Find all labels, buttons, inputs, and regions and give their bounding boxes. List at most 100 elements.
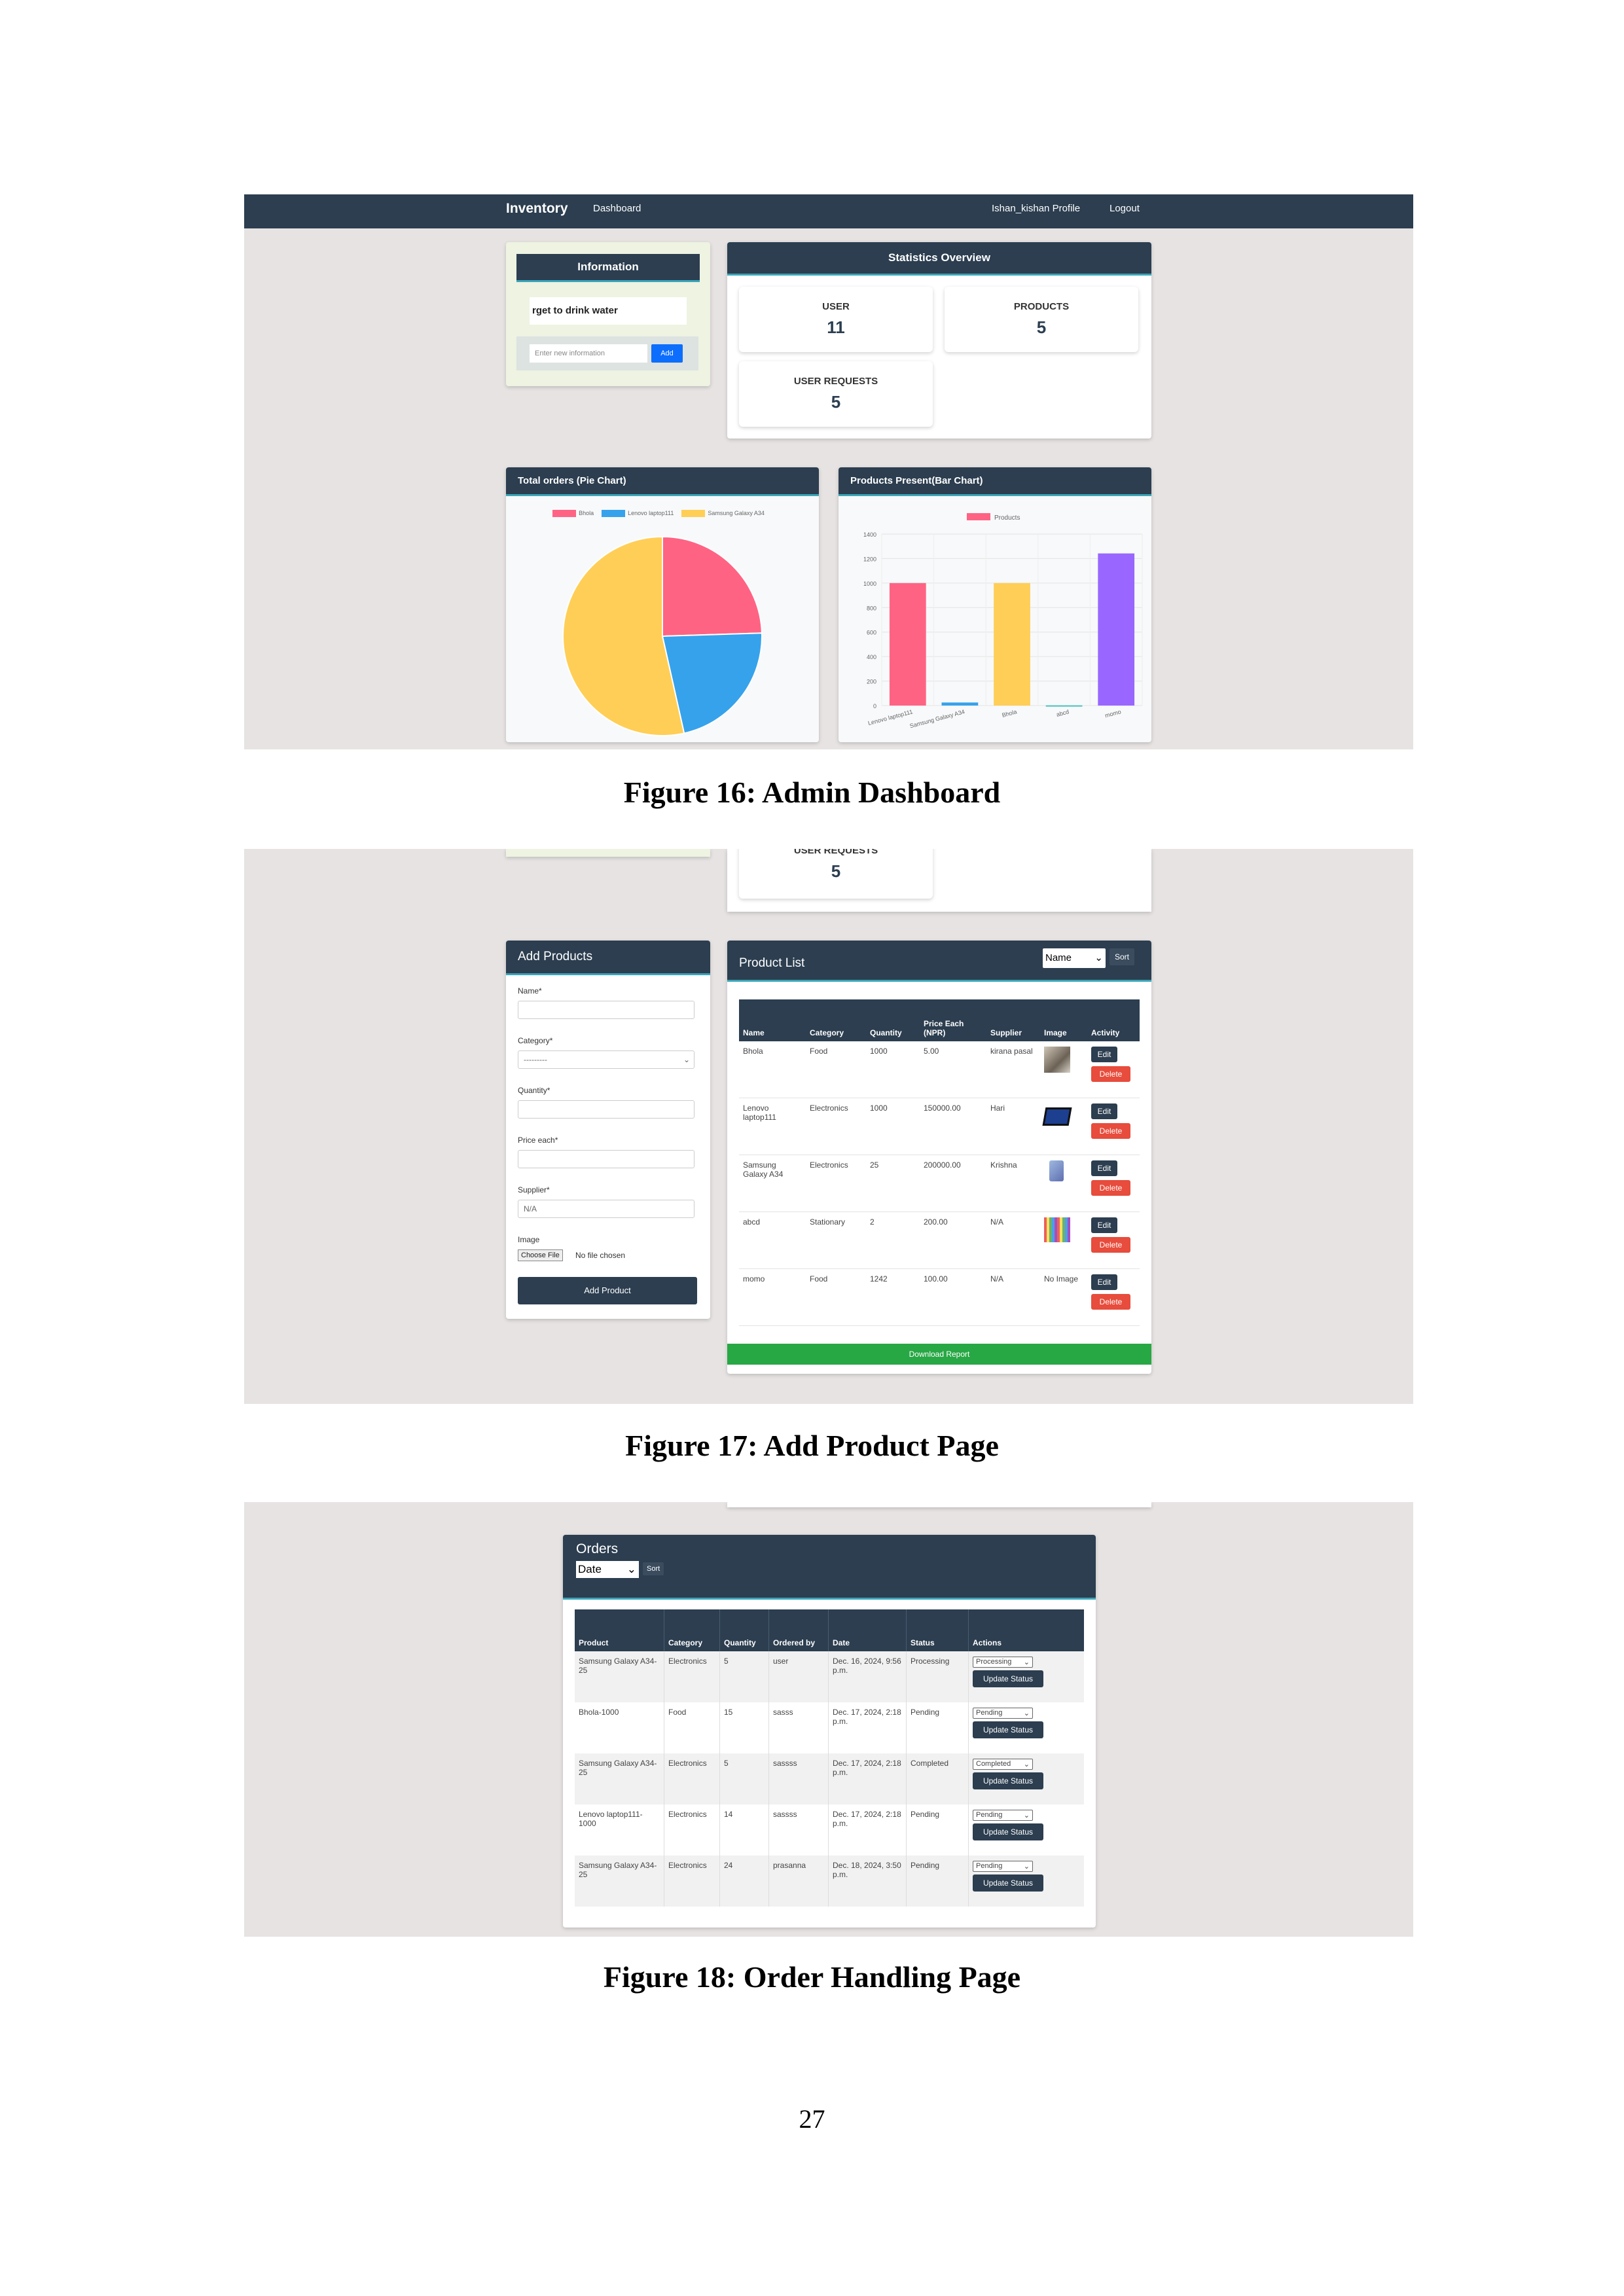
pie-chart-title: Total orders (Pie Chart) xyxy=(506,467,819,496)
edit-button[interactable]: Edit xyxy=(1091,1160,1117,1176)
col-name: Name xyxy=(739,999,806,1041)
status-select-value: Pending xyxy=(976,1709,1003,1717)
info-input[interactable]: Enter new information xyxy=(530,344,647,363)
y-tick-label: 600 xyxy=(867,630,876,636)
cell-quantity: 5 xyxy=(719,1753,769,1804)
orders-card: Orders Date ⌄ Sort Product Category Quant… xyxy=(563,1535,1096,1928)
product-list-card: Product List Name ⌄ Sort Name Category Qu… xyxy=(727,941,1151,1374)
logout-link[interactable]: Logout xyxy=(1110,203,1140,214)
sort-select[interactable]: Name ⌄ xyxy=(1043,948,1106,968)
update-status-button[interactable]: Update Status xyxy=(973,1874,1043,1892)
pie-legend-item: Lenovo laptop111 xyxy=(602,510,674,518)
profile-link[interactable]: Ishan_kishan Profile xyxy=(992,203,1080,214)
delete-button[interactable]: Delete xyxy=(1091,1123,1130,1139)
delete-button[interactable]: Delete xyxy=(1091,1066,1130,1082)
cell-status: Pending xyxy=(906,1856,969,1907)
update-status-button[interactable]: Update Status xyxy=(973,1721,1043,1738)
quantity-input[interactable] xyxy=(518,1100,695,1119)
cell-category: Food xyxy=(806,1041,866,1098)
bar-chart-card: Products Present(Bar Chart) Products 0 200… xyxy=(839,467,1151,742)
cell-status: Processing xyxy=(906,1651,969,1702)
cell-category: Food xyxy=(664,1702,720,1753)
chevron-down-icon: ⌄ xyxy=(683,1055,690,1064)
cell-price: 200000.00 xyxy=(920,1155,986,1212)
chevron-down-icon: ⌄ xyxy=(1023,1659,1030,1666)
order-handling-screenshot: Orders Date ⌄ Sort Product Category Quant… xyxy=(244,1502,1413,1937)
phone-thumbnail xyxy=(1049,1160,1064,1181)
figure-16-caption: Figure 16: Admin Dashboard xyxy=(623,776,1001,809)
image-label: Image xyxy=(518,1235,540,1244)
legend-swatch xyxy=(681,510,706,518)
chevron-down-icon: ⌄ xyxy=(1023,1761,1030,1768)
cell-activity: Edit Delete xyxy=(1087,1268,1140,1326)
col-date: Date xyxy=(828,1609,907,1651)
delete-button[interactable]: Delete xyxy=(1091,1294,1130,1310)
info-add-button[interactable]: Add xyxy=(651,344,683,363)
choose-file-button[interactable]: Choose File xyxy=(518,1249,563,1261)
cell-price: 100.00 xyxy=(920,1268,986,1326)
figure-17-caption: Figure 17: Add Product Page xyxy=(625,1429,999,1462)
brand-link[interactable]: Inventory xyxy=(506,201,568,217)
update-status-button[interactable]: Update Status xyxy=(973,1670,1043,1687)
page-number: 27 xyxy=(799,2104,825,2134)
no-file-text: No file chosen xyxy=(575,1251,626,1260)
cell-image xyxy=(1040,1098,1087,1155)
delete-button[interactable]: Delete xyxy=(1091,1180,1130,1196)
table-row: Samsung Galaxy A34-25 Electronics 24 pra… xyxy=(575,1856,1084,1907)
edit-button[interactable]: Edit xyxy=(1091,1103,1117,1119)
update-status-button[interactable]: Update Status xyxy=(973,1823,1043,1840)
update-status-button[interactable]: Update Status xyxy=(973,1772,1043,1789)
cell-category: Electronics xyxy=(806,1098,866,1155)
cell-quantity: 24 xyxy=(719,1856,769,1907)
cell-activity: Edit Delete xyxy=(1087,1041,1140,1098)
status-select-value: Pending xyxy=(976,1862,1003,1870)
bar xyxy=(889,583,926,706)
name-input[interactable] xyxy=(518,1001,695,1019)
cell-date: Dec. 16, 2024, 9:56 p.m. xyxy=(828,1651,907,1702)
x-tick-label: Bhola xyxy=(1001,708,1018,719)
pie-legend-item: Samsung Galaxy A34 xyxy=(681,510,765,518)
add-product-button[interactable]: Add Product xyxy=(518,1277,697,1304)
cell-actions: Completed ⌄ Update Status xyxy=(968,1753,1084,1804)
col-ordered-by: Ordered by xyxy=(768,1609,829,1651)
cell-name: Lenovo laptop111 xyxy=(739,1098,806,1155)
x-tick-label: Lenovo laptop111 xyxy=(867,708,913,726)
category-select[interactable]: --------- ⌄ xyxy=(518,1050,695,1069)
status-select[interactable]: Pending ⌄ xyxy=(973,1708,1033,1719)
x-tick-label: momo xyxy=(1104,708,1122,719)
bar xyxy=(994,583,1030,706)
cell-quantity: 5 xyxy=(719,1651,769,1702)
price-input[interactable] xyxy=(518,1150,695,1168)
download-report-button[interactable]: Download Report xyxy=(727,1344,1151,1365)
cell-status: Completed xyxy=(906,1753,969,1804)
col-quantity: Quantity xyxy=(719,1609,769,1651)
cell-activity: Edit Delete xyxy=(1087,1211,1140,1269)
orders-title: Orders xyxy=(576,1541,619,1556)
sort-button[interactable]: Sort xyxy=(1110,948,1135,965)
status-select[interactable]: Completed ⌄ xyxy=(973,1759,1033,1770)
stat-user: USER 11 xyxy=(739,287,933,352)
dashboard-link[interactable]: Dashboard xyxy=(593,203,641,214)
product-table: Name Category Quantity Price Each (NPR) … xyxy=(739,999,1140,1326)
orders-table-header: Product Category Quantity Ordered by Dat… xyxy=(575,1609,1084,1651)
delete-button[interactable]: Delete xyxy=(1091,1237,1130,1253)
edit-button[interactable]: Edit xyxy=(1091,1047,1117,1062)
status-select[interactable]: Processing ⌄ xyxy=(973,1657,1033,1668)
orders-sort-select[interactable]: Date ⌄ xyxy=(576,1561,639,1578)
card-remnant xyxy=(727,1502,1151,1507)
information-card: Information rget to drink water Enter ne… xyxy=(506,242,710,386)
cell-ordered-by: sasss xyxy=(768,1702,829,1753)
cell-quantity: 1242 xyxy=(866,1268,920,1326)
cell-image: No Image xyxy=(1040,1268,1087,1326)
supplier-input[interactable]: N/A xyxy=(518,1200,695,1218)
legend-label: Lenovo laptop111 xyxy=(628,510,674,516)
cell-product: Lenovo laptop111-1000 xyxy=(575,1804,664,1856)
edit-button[interactable]: Edit xyxy=(1091,1217,1117,1233)
status-select[interactable]: Pending ⌄ xyxy=(973,1861,1033,1872)
pie-legend-item: Bhola xyxy=(552,510,594,518)
edit-button[interactable]: Edit xyxy=(1091,1274,1117,1290)
orders-sort-button[interactable]: Sort xyxy=(643,1562,664,1575)
cell-category: Electronics xyxy=(664,1804,720,1856)
stat-products: PRODUCTS 5 xyxy=(945,287,1138,352)
status-select[interactable]: Pending ⌄ xyxy=(973,1810,1033,1821)
